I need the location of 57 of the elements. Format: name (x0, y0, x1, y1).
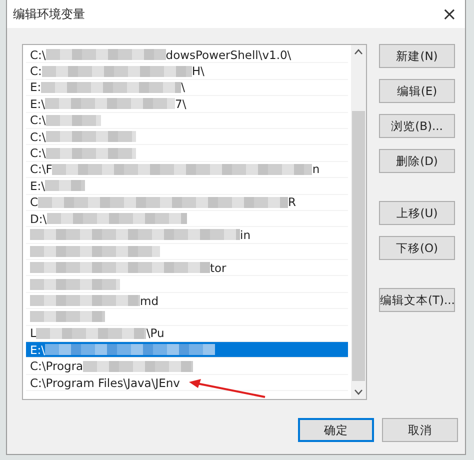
list-item[interactable]: C:\ (26, 128, 348, 146)
list-item[interactable]: E:\ 7\ (26, 96, 348, 113)
action-button[interactable]: 编辑文本(T)... (379, 288, 455, 312)
path-text: C:\ (30, 48, 46, 62)
dialog-button[interactable]: 确定 (298, 418, 374, 442)
list-item[interactable]: D:\ (26, 210, 348, 228)
path-text: C:\ (30, 146, 46, 160)
list-item[interactable]: C:\F n (26, 162, 348, 178)
list-item[interactable]: md (26, 292, 348, 310)
action-button[interactable]: 新建(N) (379, 44, 455, 68)
window-title: 编辑环境变量 (13, 6, 85, 22)
list-item[interactable]: in (26, 227, 348, 244)
list-item[interactable]: E: \ (26, 80, 348, 96)
list-item[interactable]: C: H\ (26, 63, 348, 80)
scroll-thumb[interactable] (352, 111, 365, 381)
path-text: C: (30, 64, 42, 78)
path-text: L (30, 326, 36, 340)
path-text: R (288, 195, 296, 210)
list-item[interactable]: C:\ dowsPowerShell\v1.0\ (26, 47, 348, 64)
path-text: md (140, 294, 159, 308)
path-text: C:\Progra (30, 359, 84, 374)
path-text: 7\ (175, 96, 186, 111)
list-item[interactable]: C:\ (26, 145, 348, 162)
action-button[interactable]: 浏览(B)... (379, 114, 455, 138)
close-button[interactable]: × (438, 4, 461, 24)
path-text: n (312, 162, 320, 176)
path-text: in (240, 228, 250, 242)
path-text: C:\F (30, 162, 52, 176)
action-button[interactable]: 下移(O) (379, 236, 455, 260)
list-item[interactable]: tor (26, 260, 348, 276)
path-text: dowsPowerShell\v1.0\ (166, 48, 292, 62)
path-text: \Pu (146, 326, 164, 340)
action-button[interactable]: 上移(U) (379, 201, 455, 225)
path-text: C:\ (30, 113, 46, 128)
list-item[interactable] (26, 244, 348, 260)
list-item[interactable]: E:\ (26, 342, 348, 358)
path-text: D:\ (30, 212, 47, 226)
path-text: C:\Program Files\Java\JEnv (30, 376, 180, 390)
list-item[interactable]: E:\ (26, 178, 348, 195)
path-text: C (30, 195, 38, 210)
path-text: E:\ (30, 178, 46, 193)
dialog-button[interactable]: 取消 (382, 418, 458, 442)
path-text: \ (181, 80, 186, 94)
path-text: tor (210, 260, 226, 275)
action-button[interactable]: 编辑(E) (379, 79, 455, 103)
list-item[interactable]: C:\ (26, 112, 348, 129)
path-text: H\ (192, 64, 204, 78)
path-text: E:\ (30, 342, 46, 357)
path-text: E: (30, 80, 42, 94)
list-item[interactable]: C R (26, 194, 348, 211)
path-text: C:\ (30, 130, 46, 144)
list-item[interactable] (26, 276, 348, 293)
action-button[interactable]: 删除(D) (379, 149, 455, 173)
list-item[interactable] (26, 309, 348, 326)
scrollbar[interactable] (351, 45, 366, 399)
list-item[interactable]: C:\Progra (26, 358, 348, 375)
path-text: E:\ (30, 96, 46, 111)
